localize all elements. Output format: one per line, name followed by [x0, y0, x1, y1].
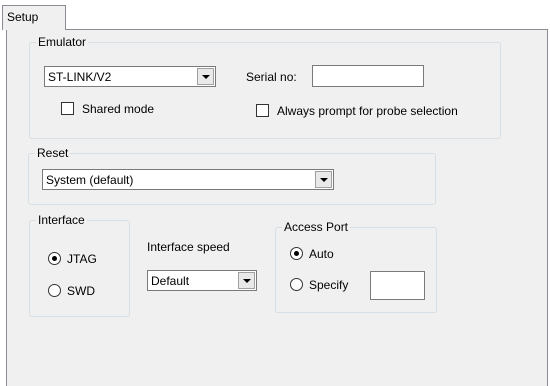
radio-auto[interactable]: Auto	[290, 247, 360, 261]
shared-mode-box[interactable]	[61, 102, 74, 115]
radio-jtag[interactable]: JTAG	[48, 252, 118, 266]
setup-panel: Emulator ST-LINK/V2 Serial no: Shared mo…	[6, 29, 548, 386]
shared-mode-label: Shared mode	[82, 102, 155, 116]
interface-speed-select[interactable]: Default	[147, 270, 257, 291]
access-port-group: Access Port Auto Specify	[275, 220, 437, 313]
radio-jtag-label: JTAG	[67, 252, 97, 266]
radio-swd[interactable]: SWD	[48, 284, 118, 298]
chevron-down-icon[interactable]	[197, 68, 214, 85]
radio-specify-label: Specify	[309, 278, 349, 292]
chevron-down-icon[interactable]	[315, 171, 332, 188]
access-port-legend: Access Port	[282, 220, 351, 234]
interface-speed-label: Interface speed	[147, 240, 230, 254]
tab-setup-label: Setup	[7, 10, 39, 24]
reset-select[interactable]: System (default)	[42, 169, 334, 190]
interface-legend: Interface	[36, 213, 87, 227]
radio-auto-label: Auto	[309, 247, 334, 261]
emulator-legend: Emulator	[36, 35, 89, 49]
reset-legend: Reset	[35, 146, 71, 160]
interface-speed-value: Default	[151, 274, 190, 288]
reset-select-value: System (default)	[46, 173, 134, 187]
radio-specify[interactable]: Specify	[290, 278, 370, 292]
access-port-specify-input[interactable]	[370, 271, 425, 300]
chevron-down-icon[interactable]	[238, 272, 255, 289]
emulator-group: Emulator ST-LINK/V2 Serial no: Shared mo…	[29, 35, 501, 139]
serial-no-label: Serial no:	[246, 70, 297, 84]
radio-swd-dot[interactable]	[48, 284, 61, 297]
radio-auto-dot[interactable]	[290, 247, 303, 260]
serial-no-input[interactable]	[312, 65, 424, 87]
probe-select-value: ST-LINK/V2	[48, 70, 112, 84]
radio-jtag-dot[interactable]	[48, 252, 61, 265]
shared-mode-checkbox[interactable]: Shared mode	[61, 102, 201, 116]
always-prompt-label: Always prompt for probe selection	[277, 104, 458, 118]
radio-specify-dot[interactable]	[290, 278, 303, 291]
tab-setup[interactable]: Setup	[2, 5, 66, 30]
always-prompt-checkbox[interactable]: Always prompt for probe selection	[256, 104, 496, 118]
always-prompt-box[interactable]	[256, 104, 269, 117]
probe-select[interactable]: ST-LINK/V2	[44, 66, 216, 87]
radio-swd-label: SWD	[67, 284, 95, 298]
reset-group: Reset System (default)	[28, 146, 436, 205]
interface-group: Interface JTAG SWD	[29, 213, 130, 317]
